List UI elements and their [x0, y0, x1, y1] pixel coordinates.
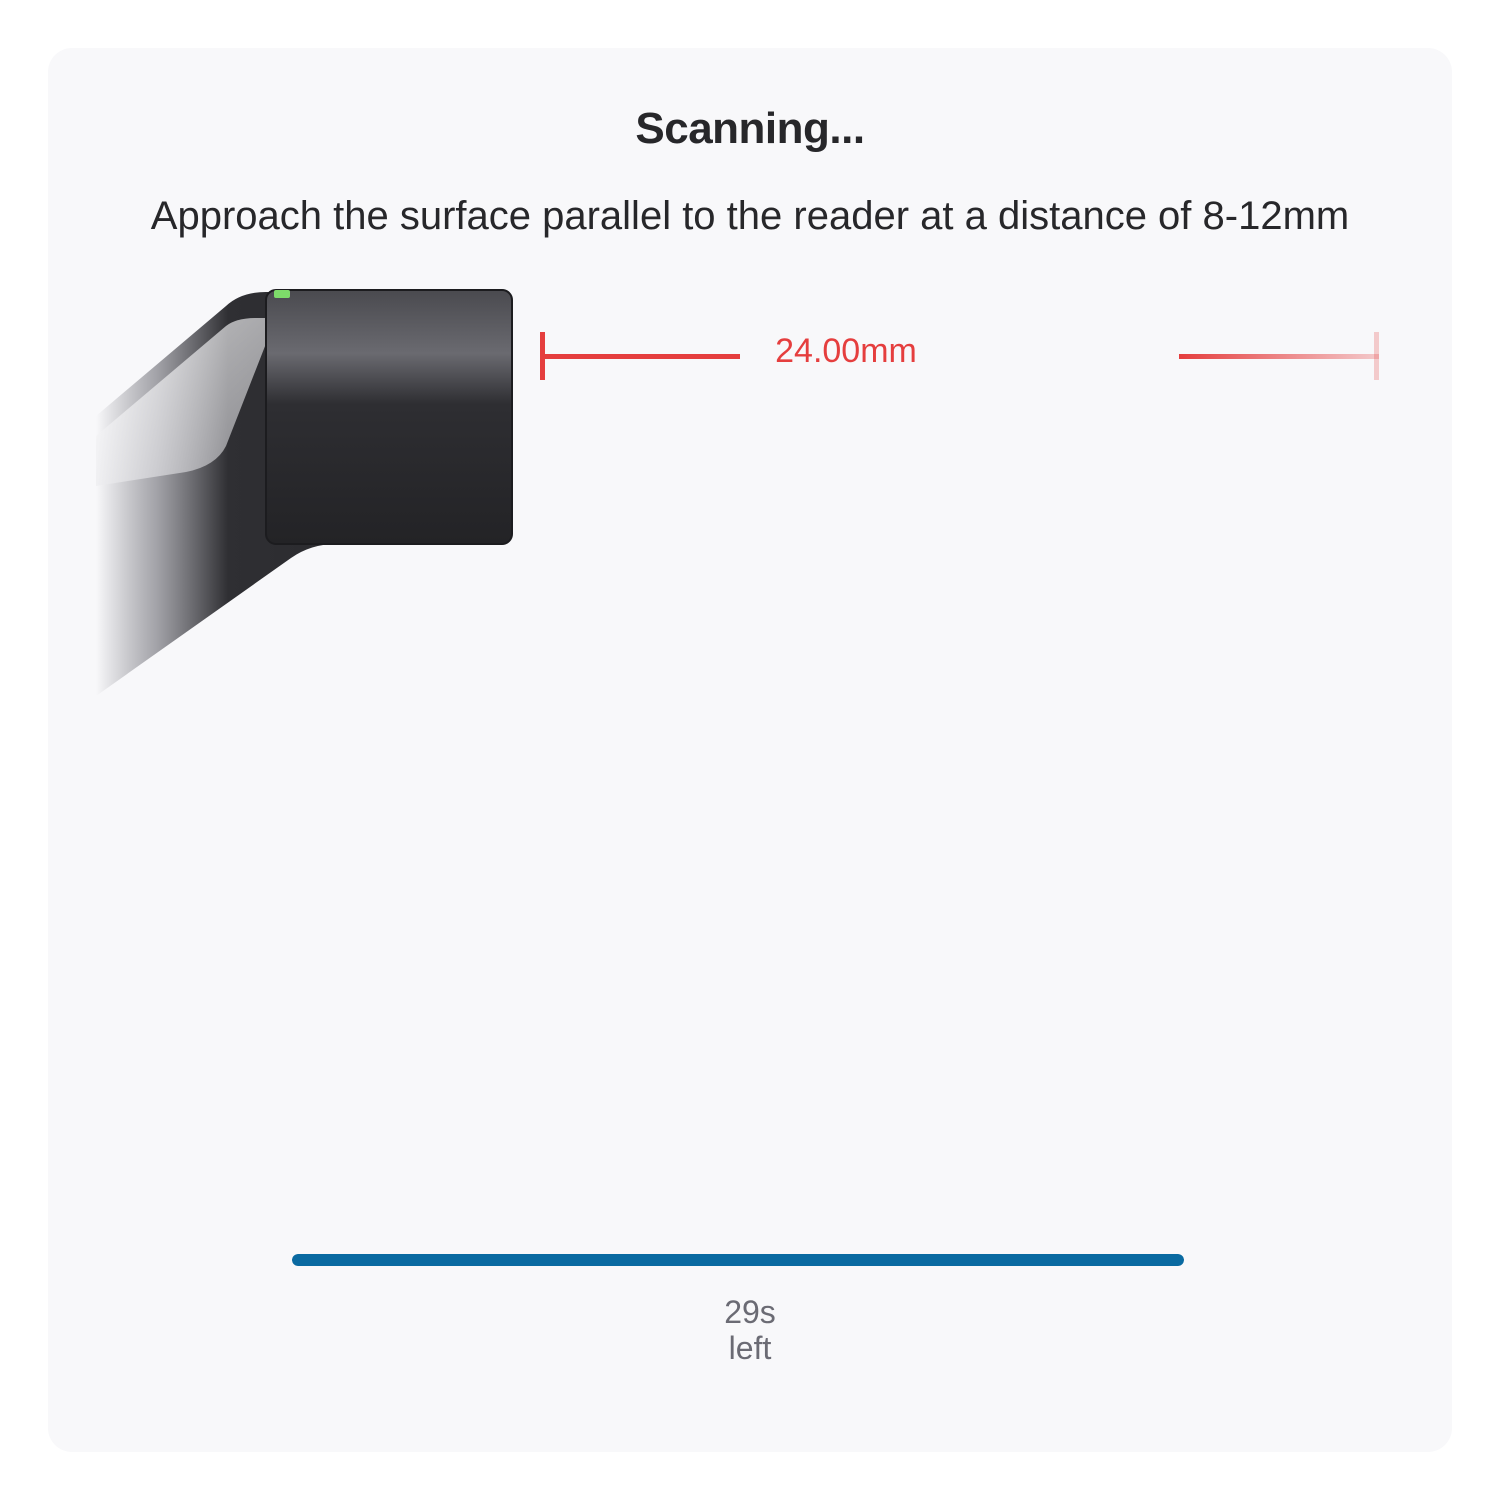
scan-title: Scanning...	[635, 104, 865, 153]
scan-instruction: Approach the surface parallel to the rea…	[150, 194, 1350, 238]
scan-card	[48, 48, 1452, 1452]
distance-value: 24.00mm	[775, 332, 917, 370]
scan-progress-fill	[292, 1254, 1184, 1266]
distance-indicator: 24.00mm	[536, 330, 1386, 384]
distance-right-tick	[1374, 332, 1379, 380]
time-remaining-seconds: 29s	[724, 1294, 776, 1330]
time-remaining: 29s left	[0, 1294, 1500, 1366]
status-light-icon	[274, 290, 290, 298]
scan-progress-bar	[292, 1254, 1184, 1266]
time-remaining-suffix: left	[728, 1330, 772, 1366]
